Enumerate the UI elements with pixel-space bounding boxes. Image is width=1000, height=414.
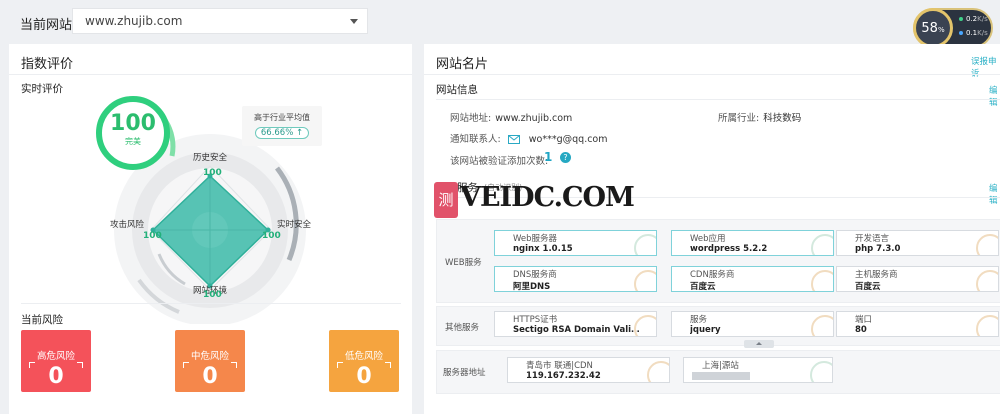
verify-count-label: 该网站被验证添加次数:	[450, 156, 549, 167]
divider	[436, 99, 1000, 100]
site-select-value: www.zhujib.com	[85, 14, 183, 28]
upload-rate: 0.2K/s	[959, 15, 988, 23]
network-speed-widget[interactable]: 58% 0.2K/s 0.1K/s	[913, 8, 993, 48]
group-label: 其他服务	[445, 323, 480, 333]
divider	[21, 303, 401, 304]
medium-risk-card[interactable]: 中危风险 0	[175, 330, 245, 392]
server-address-group: 服务器地址 青岛市 联通|CDN 119.167.232.42 上海|源站	[436, 350, 1000, 394]
service-card[interactable]: 主机服务商 百度云	[836, 266, 999, 292]
target-icon	[976, 270, 998, 291]
radar-chart	[114, 97, 306, 324]
contact: 通知联系人: wo***g@qq.com	[450, 134, 608, 145]
radar-value-realtime: 100	[262, 231, 281, 241]
service-card[interactable]: 端口 80	[836, 311, 999, 337]
target-icon	[976, 234, 998, 255]
service-card[interactable]: CDN服务商 百度云	[671, 266, 834, 292]
site-select[interactable]: www.zhujib.com	[72, 8, 368, 34]
industry-compare-badge: 高于行业平均值 66.66% ↑	[242, 106, 322, 146]
mail-icon	[507, 135, 520, 144]
verify-count: 1	[544, 150, 553, 164]
divider	[424, 74, 1000, 75]
high-risk-label: 高危风险	[36, 351, 75, 362]
target-icon	[634, 315, 656, 336]
watermark-logo-icon: 测	[434, 182, 458, 218]
panel-title: 网站名片	[436, 57, 489, 72]
watermark-text: VEIDC.COM	[460, 182, 635, 213]
website-card-panel: 网站名片 误报申诉 网站信息 编辑 网站地址: www.zhujib.com 所属…	[424, 44, 1000, 414]
service-card[interactable]: 服务 jquery	[671, 311, 834, 337]
false-report-link[interactable]: 误报申诉	[971, 55, 1000, 79]
badge-text: 高于行业平均值	[254, 113, 310, 122]
target-icon	[634, 270, 656, 291]
service-card[interactable]: HTTPS证书Sectigo RSA Domain Validati...	[494, 311, 657, 337]
target-icon	[811, 315, 833, 336]
score-value: 100	[110, 111, 156, 136]
badge-value: 66.66% ↑	[254, 127, 310, 139]
service-card[interactable]: Web服务器 nginx 1.0.15	[494, 230, 657, 256]
radar-value-environment: 100	[203, 290, 222, 300]
chevron-down-icon	[350, 19, 358, 24]
check-icon	[811, 234, 833, 255]
target-icon	[976, 315, 998, 336]
server-card[interactable]: 上海|源站	[683, 357, 833, 383]
group-label: WEB服务	[445, 258, 482, 268]
radar-label-realtime: 实时安全	[277, 220, 312, 230]
score-gauge: 100 完美	[96, 96, 170, 170]
service-card[interactable]: DNS服务商 阿里DNS	[494, 266, 657, 292]
chevron-up-icon	[756, 342, 762, 345]
speed-percent: 58%	[913, 8, 953, 48]
low-risk-card[interactable]: 低危风险 0	[329, 330, 399, 392]
download-rate: 0.1K/s	[959, 29, 988, 37]
service-card[interactable]: 开发语言 php 7.3.0	[836, 230, 999, 256]
high-risk-card[interactable]: 高危风险 0	[21, 330, 91, 392]
radar-value-history: 100	[203, 168, 222, 178]
service-card[interactable]: Web应用 wordpress 5.2.2	[671, 230, 834, 256]
web-service-group: WEB服务 Web服务器 nginx 1.0.15 Web应用 wordpress …	[436, 219, 1000, 303]
plus-icon	[634, 234, 656, 255]
medium-risk-label: 中危风险	[190, 351, 229, 362]
edit-service-link[interactable]: 编辑	[989, 182, 1000, 206]
edit-info-link[interactable]: 编辑	[989, 84, 1000, 108]
plus-icon	[810, 361, 832, 382]
low-risk-label: 低危风险	[344, 351, 383, 362]
index-evaluation-panel: 指数评价 实时评价 100 完美 高于行业平均值 66.66% ↑ 历史安全 1…	[9, 44, 412, 414]
target-icon	[811, 270, 833, 291]
server-card[interactable]: 青岛市 联通|CDN 119.167.232.42	[507, 357, 670, 383]
industry: 所属行业: 科技数码	[718, 113, 802, 124]
site-info-title: 网站信息	[436, 84, 478, 96]
score-label: 完美	[125, 137, 141, 146]
current-site-label: 当前网站	[20, 18, 73, 33]
expand-toggle[interactable]	[744, 340, 774, 348]
radar-label-attack: 攻击风险	[110, 220, 145, 230]
other-service-group: 其他服务 HTTPS证书Sectigo RSA Domain Validati.…	[436, 306, 1000, 348]
help-icon[interactable]: ?	[560, 152, 571, 163]
radar-value-attack: 100	[143, 231, 162, 241]
blurred-ip	[692, 372, 750, 380]
current-risk-label: 当前风险	[21, 314, 63, 326]
target-icon	[647, 361, 669, 382]
radar-label-history: 历史安全	[193, 153, 228, 163]
site-address: 网站地址: www.zhujib.com	[450, 113, 573, 124]
group-label: 服务器地址	[443, 368, 486, 378]
